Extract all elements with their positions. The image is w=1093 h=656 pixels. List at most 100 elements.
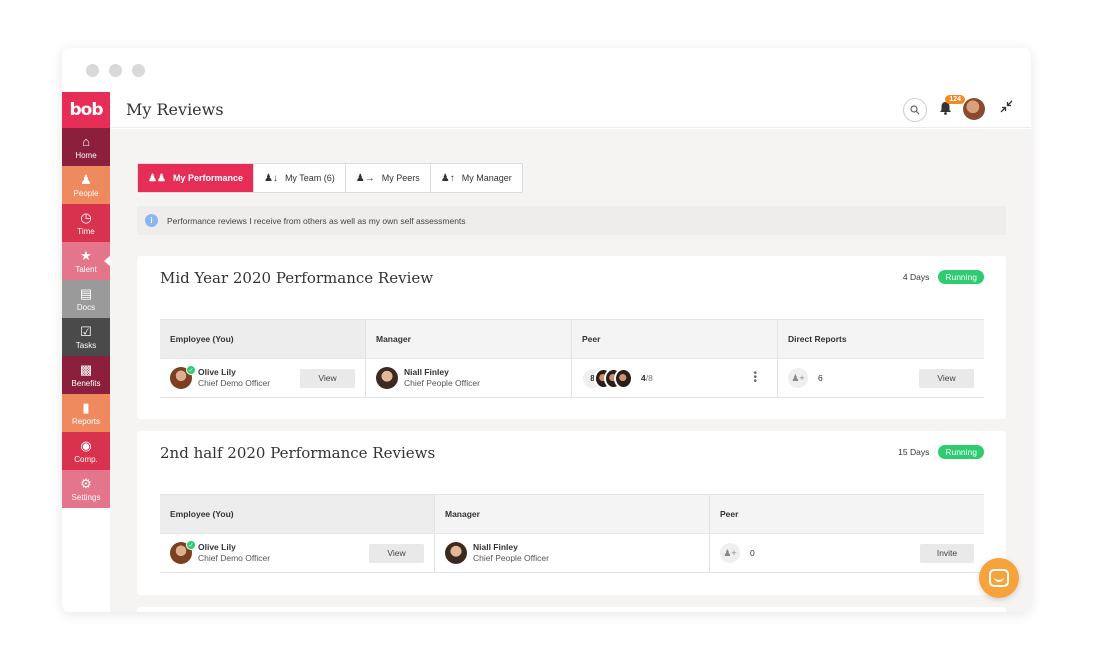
avatar <box>445 542 467 564</box>
employee-name: Olive Lily <box>198 367 236 377</box>
tab-my-peers[interactable]: ♟→ My Peers <box>346 164 431 192</box>
employee-cell: ✓ Olive Lily Chief Demo Officer View <box>160 534 435 572</box>
avatar <box>614 367 633 389</box>
tasks-icon: ☑ <box>80 323 92 339</box>
tab-label: My Peers <box>381 173 420 183</box>
chat-icon <box>989 569 1009 587</box>
user-avatar[interactable] <box>963 98 985 120</box>
money-icon: ◉ <box>80 437 92 453</box>
review-card-partial <box>137 607 1006 612</box>
tab-my-manager[interactable]: ♟↑ My Manager <box>431 164 522 192</box>
add-user-icon: ♟+ <box>720 543 740 563</box>
tab-label: My Team (6) <box>284 173 335 183</box>
review-card: Mid Year 2020 Performance Review 4 Days … <box>137 256 1006 419</box>
sidebar-item-reports[interactable]: ▮ Reports <box>62 394 110 432</box>
collapse-button[interactable] <box>1000 100 1013 116</box>
peers-icon: ♟→ <box>355 172 375 184</box>
sidebar-item-benefits[interactable]: ▩ Benefits <box>62 356 110 394</box>
table-row: ✓ Olive Lily Chief Demo Officer View Nia… <box>160 358 984 397</box>
view-button[interactable]: View <box>369 543 424 563</box>
direct-reports-count: 6 <box>818 373 823 383</box>
sidebar-item-settings[interactable]: ⚙ Settings <box>62 470 110 508</box>
window-close-dot[interactable] <box>86 64 99 77</box>
days-remaining: 4 Days <box>902 272 930 282</box>
add-user-icon: ♟+ <box>788 368 808 388</box>
sidebar-item-people[interactable]: ♟ People <box>62 166 110 204</box>
peer-total: /8 <box>645 373 653 383</box>
avatar <box>376 367 398 389</box>
sidebar-item-label: Settings <box>71 492 101 502</box>
sidebar-item-comp[interactable]: ◉ Comp. <box>62 432 110 470</box>
column-header: Manager <box>435 495 710 533</box>
search-icon <box>910 105 920 115</box>
direct-reports-cell: ♟+ 6 View <box>778 359 984 397</box>
sidebar-item-tasks[interactable]: ☑ Tasks <box>62 318 110 356</box>
person-info: Niall Finley Chief People Officer <box>473 542 549 564</box>
chart-icon: ▮ <box>82 399 90 415</box>
window-minimize-dot[interactable] <box>109 64 122 77</box>
sidebar-item-label: Tasks <box>75 340 97 350</box>
window-maximize-dot[interactable] <box>132 64 145 77</box>
column-header: Direct Reports <box>788 334 847 344</box>
review-card: 2nd half 2020 Performance Reviews 15 Day… <box>137 431 1006 595</box>
sidebar: bob ⌂ Home ♟ People ◷ Time ★ Talent ▤ Do… <box>62 92 111 612</box>
sidebar-item-label: Comp. <box>74 454 98 464</box>
manager-name: Niall Finley <box>473 542 518 552</box>
table-header: Employee (You) Manager Peer Direct Repor… <box>160 320 984 358</box>
clock-icon: ◷ <box>80 209 92 225</box>
review-title: 2nd half 2020 Performance Reviews <box>160 444 436 462</box>
status-badge: Running <box>938 445 984 459</box>
review-title: Mid Year 2020 Performance Review <box>160 269 434 287</box>
employee-role: Chief Demo Officer <box>198 378 271 388</box>
manager-icon: ♟↑ <box>440 172 455 184</box>
gear-icon: ⚙ <box>80 475 92 491</box>
tab-label: My Performance <box>172 173 243 183</box>
column-header: Manager <box>366 320 572 358</box>
peer-cell: ♟+ 0 Invite <box>710 534 984 572</box>
sidebar-item-label: Talent <box>75 264 97 274</box>
info-banner: i Performance reviews I receive from oth… <box>137 206 1006 235</box>
column-header: Peer <box>720 509 739 519</box>
person-info: Niall Finley Chief People Officer <box>404 367 480 389</box>
manager-name: Niall Finley <box>404 367 449 377</box>
view-button[interactable]: View <box>919 368 974 388</box>
invite-button[interactable]: Invite <box>920 543 974 563</box>
notification-badge: 124 <box>945 95 965 104</box>
more-options-icon[interactable]: • • • <box>753 369 757 387</box>
employee-cell: ✓ Olive Lily Chief Demo Officer View <box>160 359 366 397</box>
employee-name: Olive Lily <box>198 542 236 552</box>
tab-label: My Manager <box>461 173 512 183</box>
sidebar-item-home[interactable]: ⌂ Home <box>62 128 110 166</box>
column-header: Peer <box>572 320 778 358</box>
sidebar-item-talent[interactable]: ★ Talent <box>62 242 111 280</box>
column-header: Employee (You) <box>160 320 366 358</box>
tab-my-performance[interactable]: ♟♟ My Performance <box>138 164 254 192</box>
info-icon: i <box>145 214 158 227</box>
column-header: Employee (You) <box>160 495 435 533</box>
peer-count: 0 <box>750 548 755 558</box>
chat-launcher-button[interactable] <box>979 558 1019 598</box>
sidebar-item-time[interactable]: ◷ Time <box>62 204 110 242</box>
days-remaining: 15 Days <box>898 447 930 457</box>
check-icon: ✓ <box>186 540 196 550</box>
avatar: ✓ <box>170 365 196 389</box>
manager-cell: Niall Finley Chief People Officer <box>366 359 572 397</box>
search-button[interactable] <box>903 98 927 122</box>
review-tabs: ♟♟ My Performance ♟↓ My Team (6) ♟→ My P… <box>137 163 523 193</box>
top-bar: My Reviews 124 <box>110 92 1031 128</box>
peer-cell: 8 4/8 • • • <box>572 359 778 397</box>
info-text: Performance reviews I receive from other… <box>167 215 466 226</box>
manager-cell: Niall Finley Chief People Officer <box>435 534 710 572</box>
review-status: 4 Days Running <box>903 270 984 284</box>
check-icon: ✓ <box>186 365 196 375</box>
sidebar-item-label: Reports <box>71 416 100 426</box>
home-icon: ⌂ <box>82 133 90 149</box>
main-content: ♟♟ My Performance ♟↓ My Team (6) ♟→ My P… <box>110 129 1031 612</box>
bob-logo[interactable]: bob <box>62 92 110 128</box>
person-info: Olive Lily Chief Demo Officer <box>198 542 270 564</box>
view-button[interactable]: View <box>300 368 355 388</box>
tab-my-team[interactable]: ♟↓ My Team (6) <box>254 164 346 192</box>
sidebar-item-docs[interactable]: ▤ Docs <box>62 280 110 318</box>
employee-role: Chief Demo Officer <box>198 553 271 563</box>
sidebar-item-label: Home <box>75 150 97 160</box>
